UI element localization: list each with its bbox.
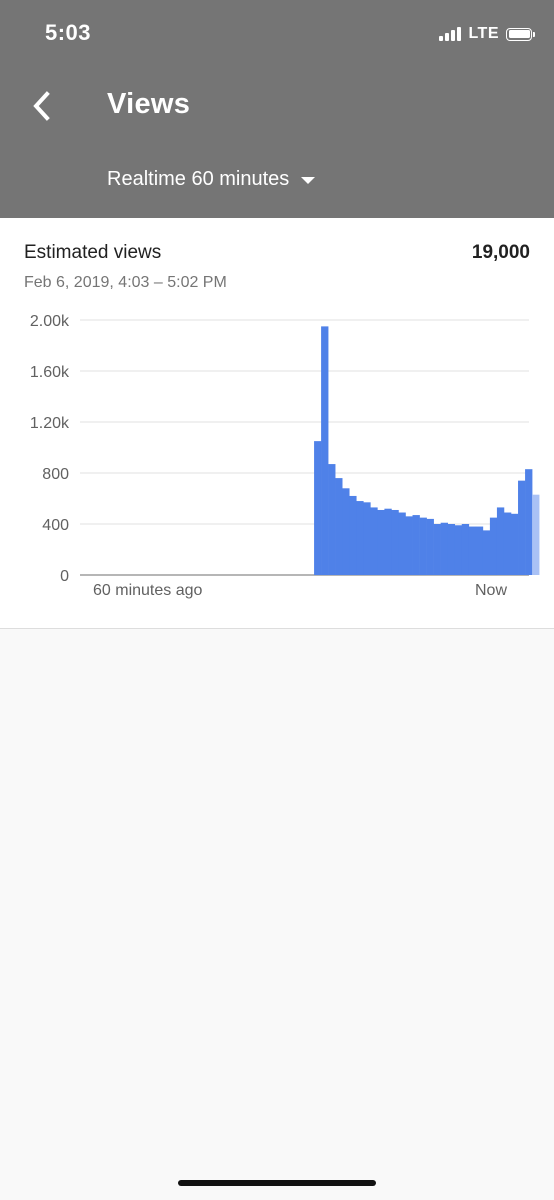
chart-bar (525, 469, 533, 575)
y-tick-label: 400 (42, 517, 69, 534)
app-header: 5:03 LTE Views Realtime 60 minutes (0, 0, 554, 218)
y-axis-labels: 0 400 800 1.20k 1.60k 2.00k (30, 313, 70, 585)
chevron-left-icon (33, 91, 50, 121)
chart-bar (447, 524, 456, 575)
chart-bar (342, 488, 350, 575)
chart-bar (405, 516, 413, 575)
range-dropdown-label: Realtime 60 minutes (107, 168, 290, 190)
chart-bar (398, 512, 406, 575)
chart-bars (314, 326, 540, 576)
battery-icon (506, 27, 535, 41)
chart-bar (391, 509, 399, 575)
chart-bar (335, 478, 343, 575)
home-indicator (178, 1180, 376, 1186)
y-tick-label: 800 (42, 466, 69, 483)
chart-bar (419, 517, 427, 576)
y-tick-label: 0 (60, 568, 69, 585)
chart-bar (349, 495, 357, 575)
chart-bar (328, 464, 336, 575)
back-button[interactable] (24, 86, 64, 126)
x-axis-labels: 60 minutes ago Now (93, 582, 507, 599)
y-tick-label: 1.60k (30, 364, 70, 381)
chart-bar (370, 507, 378, 575)
chart-bar (426, 518, 434, 575)
page-title: Views (107, 88, 191, 120)
chart-bar (433, 524, 441, 575)
status-time: 5:03 (45, 20, 92, 45)
chart-bar (384, 508, 392, 575)
chart-bar (356, 501, 364, 575)
chart-bar (321, 326, 329, 576)
views-chart: 0 400 800 1.20k 1.60k 2.00k 60 minutes ago Now (30, 313, 540, 599)
chart-bar (532, 494, 540, 575)
caret-down-icon (301, 177, 316, 184)
chart-bar (377, 509, 385, 575)
chart-bar (482, 530, 491, 576)
chart-bar (489, 517, 498, 576)
estimated-views-card: Estimated views 19,000 Feb 6, 2019, 4:03… (0, 218, 554, 629)
chart-bar (468, 526, 477, 575)
chart-bar (518, 480, 526, 575)
chart-bar (503, 512, 512, 575)
y-tick-label: 1.20k (30, 415, 70, 432)
y-tick-label: 2.00k (30, 313, 70, 330)
signal-icon (439, 27, 462, 41)
range-dropdown[interactable]: Realtime 60 minutes (107, 168, 316, 191)
x-tick-label: Now (475, 582, 507, 599)
chart-bar (454, 525, 463, 575)
chart-bar (314, 441, 322, 576)
chart-bar (496, 507, 505, 575)
status-icons: LTE (439, 22, 535, 46)
chart-bar (461, 524, 470, 575)
chart-bar (475, 526, 484, 575)
network-type: LTE (468, 25, 499, 42)
chart-bar (363, 502, 371, 575)
chart-bar (440, 522, 448, 575)
chart-bar (511, 513, 519, 575)
x-tick-label: 60 minutes ago (93, 582, 203, 599)
chart-bar (412, 515, 420, 575)
